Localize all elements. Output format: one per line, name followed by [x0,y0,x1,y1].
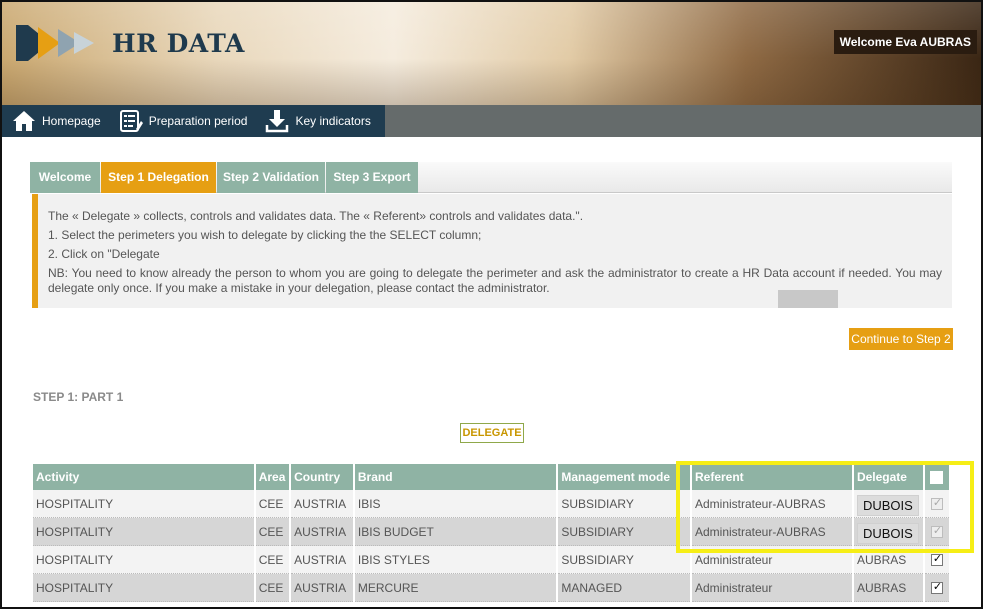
column-header-area[interactable]: Area [255,464,290,490]
column-header-delegate[interactable]: Delegate [853,464,923,490]
welcome-user-label: Welcome Eva AUBRAS [833,30,977,54]
step-heading: STEP 1: PART 1 [33,390,124,404]
cell-country: AUSTRIA [291,490,353,518]
table-body: HOSPITALITY CEE AUSTRIA IBIS SUBSIDIARY Admin… [33,490,949,602]
cell-country: AUSTRIA [291,546,353,574]
cell-referent: Administrateur-AUBRAS [691,518,852,546]
scroll-indicator [778,290,838,308]
cell-management-mode: SUBSIDIARY [558,518,690,546]
nav-item-homepage[interactable]: Homepage [2,105,101,137]
select-checkbox [930,496,943,511]
instructions-line: 1. Select the perimeters you wish to del… [48,228,482,242]
cell-management-mode: SUBSIDIARY [558,546,690,574]
select-checkbox[interactable] [930,580,943,595]
nav-item-label: Homepage [42,114,101,128]
cell-management-mode: MANAGED [558,574,690,602]
table-row: HOSPITALITY CEE AUSTRIA IBIS STYLES SUBSIDIA… [33,546,949,574]
cell-country: AUSTRIA [291,518,353,546]
header-banner: HR DATA Welcome Eva AUBRAS [2,2,981,105]
download-icon [266,110,289,133]
column-header-activity[interactable]: Activity [33,464,254,490]
column-header-select[interactable] [924,464,949,490]
cell-select [924,546,949,574]
cell-area: CEE [255,574,290,602]
cell-delegate: AUBRAS [853,546,923,574]
navigation-bar: Homepage Preparation period Key indicato… [2,105,981,137]
instructions-line: 2. Click on "Delegate [48,247,160,261]
cell-brand: IBIS [354,490,557,518]
instructions-line: The « Delegate » collects, controls and … [48,209,584,223]
cell-activity: HOSPITALITY [33,574,254,602]
instructions-panel: The « Delegate » collects, controls and … [32,194,952,308]
logo-arrows-icon [16,25,94,61]
cell-brand: IBIS BUDGET [354,518,557,546]
table-row: HOSPITALITY CEE AUSTRIA MERCURE MANAGED Admin… [33,574,949,602]
cell-referent: Administrateur [691,546,852,574]
cell-activity: HOSPITALITY [33,546,254,574]
cell-management-mode: SUBSIDIARY [558,490,690,518]
cell-referent: Administrateur-AUBRAS [691,490,852,518]
table-row: HOSPITALITY CEE AUSTRIA IBIS BUDGET SUBSIDIA… [33,518,949,546]
table-row: HOSPITALITY CEE AUSTRIA IBIS SUBSIDIARY Admin… [33,490,949,518]
tab-step3-export[interactable]: Step 3 Export [326,162,418,193]
column-header-management-mode[interactable]: Management mode [558,464,690,490]
app-window: HR DATA Welcome Eva AUBRAS Homepage Prep… [0,0,983,609]
nav-menu: Homepage Preparation period Key indicato… [2,105,385,137]
nav-item-key-indicators[interactable]: Key indicators [247,105,371,137]
column-header-referent[interactable]: Referent [691,464,852,490]
nav-item-label: Preparation period [148,114,248,128]
table-header-row: Activity Area Country Brand Management m… [33,464,949,490]
cell-brand: MERCURE [354,574,557,602]
column-header-country[interactable]: Country [291,464,353,490]
select-checkbox [930,524,943,539]
delegate-value-box: DUBOIS [856,522,919,544]
step-tabs: Welcome Step 1 Delegation Step 2 Validat… [30,162,952,193]
select-checkbox[interactable] [930,552,943,567]
cell-country: AUSTRIA [291,574,353,602]
cell-activity: HOSPITALITY [33,518,254,546]
cell-select [924,518,949,546]
delegate-button[interactable]: DELEGATE [460,423,524,443]
cell-brand: IBIS STYLES [354,546,557,574]
form-icon [119,110,143,132]
column-header-brand[interactable]: Brand [354,464,557,490]
select-all-checkbox[interactable] [930,471,944,485]
tab-welcome[interactable]: Welcome [30,162,100,193]
logo: HR DATA [16,22,245,64]
cell-delegate: DUBOIS [853,518,923,546]
perimeters-table: Activity Area Country Brand Management m… [31,464,951,602]
continue-to-step2-button[interactable]: Continue to Step 2 [849,328,953,350]
nav-item-preparation-period[interactable]: Preparation period [101,105,248,137]
home-icon [13,111,35,131]
delegate-value-box: DUBOIS [856,494,919,516]
cell-referent: Administrateur [691,574,852,602]
tab-step2-validation[interactable]: Step 2 Validation [217,162,325,193]
cell-activity: HOSPITALITY [33,490,254,518]
cell-select [924,490,949,518]
nav-item-label: Key indicators [295,114,371,128]
cell-area: CEE [255,546,290,574]
cell-delegate: DUBOIS [853,490,923,518]
cell-area: CEE [255,490,290,518]
tab-step1-delegation[interactable]: Step 1 Delegation [101,162,216,193]
cell-area: CEE [255,518,290,546]
cell-delegate: AUBRAS [853,574,923,602]
cell-select [924,574,949,602]
app-title: HR DATA [112,28,245,58]
